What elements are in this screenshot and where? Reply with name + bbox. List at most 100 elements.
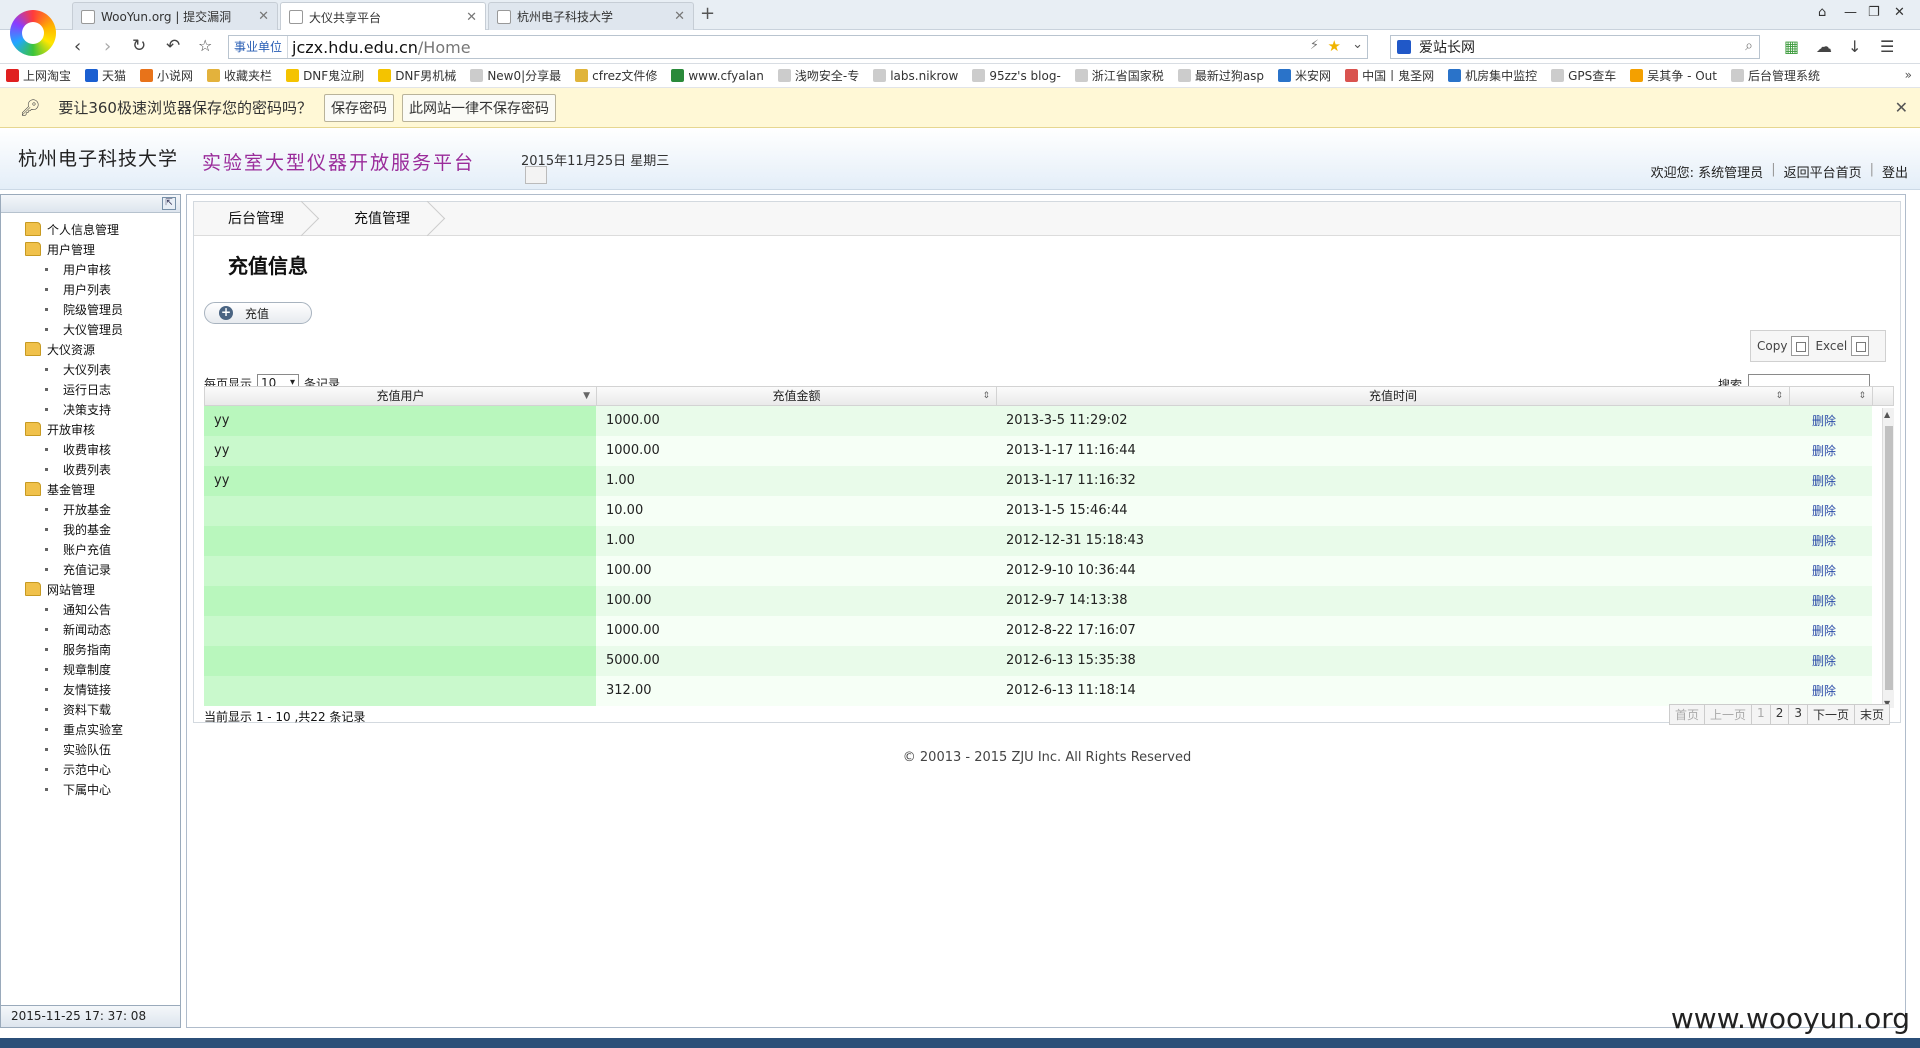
- apps-icon[interactable]: ▦: [1784, 37, 1799, 56]
- close-icon[interactable]: ✕: [258, 9, 269, 24]
- close-icon[interactable]: ✕: [1895, 98, 1908, 117]
- delete-link[interactable]: 删除: [1789, 496, 1872, 526]
- delete-link[interactable]: 删除: [1789, 526, 1872, 556]
- sidebar-menu-item[interactable]: 下属中心: [1, 779, 180, 799]
- logout-link[interactable]: 登出: [1882, 162, 1908, 181]
- delete-link[interactable]: 删除: [1789, 556, 1872, 586]
- save-password-button[interactable]: 保存密码: [323, 93, 394, 122]
- sidebar-menu-item[interactable]: 我的基金: [1, 519, 180, 539]
- sidebar-menu-item[interactable]: 开放基金: [1, 499, 180, 519]
- bookmark-item[interactable]: 最新过狗asp: [1177, 67, 1264, 84]
- cloud-icon[interactable]: ☁: [1816, 37, 1832, 56]
- delete-link[interactable]: 删除: [1789, 436, 1872, 466]
- delete-link[interactable]: 删除: [1789, 466, 1872, 496]
- return-home-link[interactable]: 返回平台首页: [1784, 162, 1862, 181]
- close-icon[interactable]: ✕: [466, 10, 477, 25]
- bookmark-item[interactable]: DNF男机械: [378, 67, 456, 84]
- excel-button[interactable]: Excel: [1815, 336, 1870, 356]
- breadcrumb-item-recharge[interactable]: 充值管理: [320, 202, 446, 236]
- sidebar-menu-item[interactable]: 实验队伍: [1, 739, 180, 759]
- last-page-button[interactable]: 末页: [1853, 704, 1890, 725]
- next-page-button[interactable]: 下一页: [1806, 704, 1855, 725]
- sidebar-menu-item[interactable]: 大仪列表: [1, 359, 180, 379]
- bookmark-item[interactable]: 中国丨鬼圣网: [1345, 67, 1434, 84]
- sidebar-menu-item[interactable]: 大仪管理员: [1, 319, 180, 339]
- sidebar-menu-item[interactable]: 决策支持: [1, 399, 180, 419]
- bookmark-item[interactable]: 米安网: [1278, 67, 1331, 84]
- browser-logo-icon[interactable]: [10, 10, 56, 56]
- sidebar-menu-item[interactable]: 示范中心: [1, 759, 180, 779]
- sidebar-menu-item[interactable]: 服务指南: [1, 639, 180, 659]
- download-icon[interactable]: ↓: [1848, 37, 1861, 56]
- never-save-button[interactable]: 此网站一律不保存密码: [401, 93, 556, 122]
- bookmark-item[interactable]: www.cfyalan: [671, 69, 764, 83]
- minimize-icon[interactable]: —: [1844, 5, 1857, 20]
- menu-group-title[interactable]: 大仪资源: [1, 339, 180, 359]
- reload-icon[interactable]: ↻: [132, 36, 146, 56]
- bookmark-item[interactable]: 95zz's blog-: [972, 69, 1061, 83]
- restore-icon[interactable]: ❐: [1868, 5, 1880, 20]
- sidebar-menu-item[interactable]: 用户列表: [1, 279, 180, 299]
- column-header-amount[interactable]: 充值金额 ⇕: [597, 387, 997, 405]
- sidebar-menu-item[interactable]: 新闻动态: [1, 619, 180, 639]
- sidebar-menu-item[interactable]: 账户充值: [1, 539, 180, 559]
- bookmark-item[interactable]: GPS查车: [1551, 67, 1616, 84]
- address-bar[interactable]: 事业单位 jczx.hdu.edu.cn /Home ⚡ ★ ⌄: [228, 35, 1368, 59]
- delete-link[interactable]: 删除: [1789, 646, 1872, 676]
- menu-group-title[interactable]: 用户管理: [1, 239, 180, 259]
- first-page-button[interactable]: 首页: [1669, 704, 1706, 725]
- bookmark-item[interactable]: 浅吻安全-专: [777, 67, 859, 84]
- sidebar-menu-item[interactable]: 通知公告: [1, 599, 180, 619]
- column-header-time[interactable]: 充值时间 ⇕: [997, 387, 1790, 405]
- pin-icon[interactable]: ⌂: [1818, 5, 1826, 20]
- sidebar-menu-item[interactable]: 收费列表: [1, 459, 180, 479]
- back-icon[interactable]: ‹: [74, 36, 81, 57]
- page-2-button[interactable]: 2: [1769, 704, 1790, 725]
- search-engine-icon[interactable]: [1397, 40, 1411, 54]
- bookmark-item[interactable]: 后台管理系统: [1730, 67, 1820, 84]
- scroll-up-icon[interactable]: ▲: [1884, 410, 1890, 419]
- bookmark-item[interactable]: 天猫: [85, 67, 126, 84]
- bookmark-item[interactable]: cfrez文件修: [575, 67, 657, 84]
- tab-wooyun[interactable]: WooYun.org | 提交漏洞 ✕: [72, 2, 278, 30]
- favorite-icon[interactable]: ☆: [198, 36, 212, 55]
- add-recharge-button[interactable]: + 充值: [204, 302, 312, 324]
- menu-group-title[interactable]: 基金管理: [1, 479, 180, 499]
- close-icon[interactable]: ✕: [674, 9, 685, 24]
- sidebar-menu-item[interactable]: 充值记录: [1, 559, 180, 579]
- bookmark-item[interactable]: New0|分享最: [470, 67, 561, 84]
- prev-page-button[interactable]: 上一页: [1704, 704, 1753, 725]
- column-header-action[interactable]: ⇕: [1790, 387, 1873, 405]
- delete-link[interactable]: 删除: [1789, 616, 1872, 646]
- table-scrollbar[interactable]: ▲ ▼: [1882, 408, 1894, 708]
- page-1-button[interactable]: 1: [1751, 704, 1771, 725]
- copy-button[interactable]: Copy: [1757, 336, 1810, 356]
- menu-group-title[interactable]: 开放审核: [1, 419, 180, 439]
- bookmark-item[interactable]: 浙江省国家税: [1074, 67, 1164, 84]
- sidebar-menu-item[interactable]: 院级管理员: [1, 299, 180, 319]
- tab-equipment-platform[interactable]: 大仪共享平台 ✕: [280, 2, 486, 31]
- bolt-icon[interactable]: ⚡: [1310, 38, 1319, 53]
- sidebar-menu-item[interactable]: 重点实验室: [1, 719, 180, 739]
- bookmarks-more-icon[interactable]: »: [1905, 68, 1912, 82]
- star-icon[interactable]: ★: [1328, 37, 1341, 55]
- menu-icon[interactable]: ☰: [1880, 37, 1894, 56]
- delete-link[interactable]: 删除: [1789, 406, 1872, 436]
- bookmark-item[interactable]: 吴其争 - Out: [1630, 67, 1717, 84]
- bookmark-item[interactable]: 机房集中监控: [1448, 67, 1537, 84]
- sidebar-menu-item[interactable]: 规章制度: [1, 659, 180, 679]
- undo-icon[interactable]: ↶: [166, 36, 180, 56]
- close-window-icon[interactable]: ✕: [1894, 5, 1905, 20]
- delete-link[interactable]: 删除: [1789, 676, 1872, 706]
- browser-search-input[interactable]: 爱站长网 ⌕: [1390, 35, 1760, 59]
- sidebar-menu-item[interactable]: 运行日志: [1, 379, 180, 399]
- column-header-user[interactable]: 充值用户 ▼: [205, 387, 597, 405]
- new-tab-button[interactable]: +: [700, 3, 715, 24]
- bookmark-item[interactable]: 上网淘宝: [6, 67, 71, 84]
- menu-group-title[interactable]: 个人信息管理: [1, 219, 180, 239]
- tab-hdu[interactable]: 杭州电子科技大学 ✕: [488, 2, 694, 30]
- scroll-thumb[interactable]: [1885, 426, 1893, 690]
- sidebar-menu-item[interactable]: 友情链接: [1, 679, 180, 699]
- sidebar-menu-item[interactable]: 用户审核: [1, 259, 180, 279]
- delete-link[interactable]: 删除: [1789, 586, 1872, 616]
